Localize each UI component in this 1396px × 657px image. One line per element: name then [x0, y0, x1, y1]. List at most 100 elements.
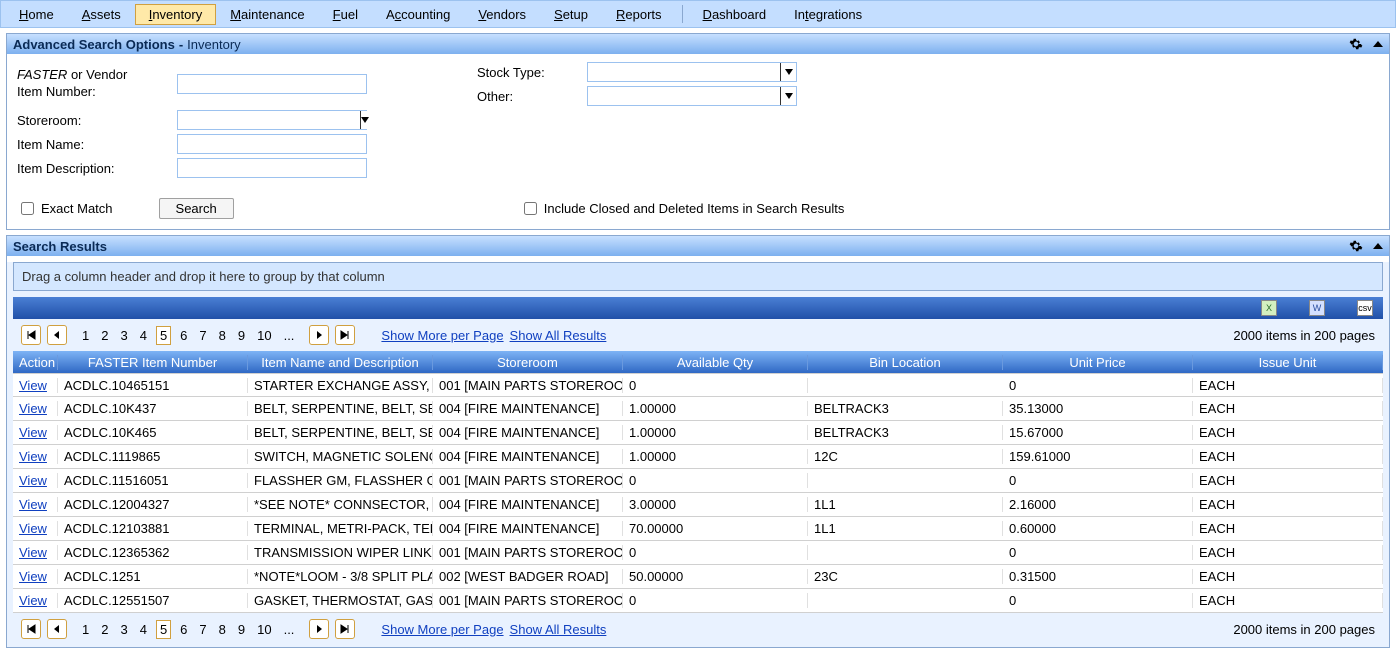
view-link[interactable]: View	[19, 593, 47, 608]
exact-match-input[interactable]	[21, 202, 34, 215]
col-header-6[interactable]: Unit Price	[1003, 355, 1193, 370]
gear-icon[interactable]	[1349, 37, 1363, 51]
page-2[interactable]: 2	[98, 621, 111, 638]
page-...[interactable]: ...	[281, 621, 298, 638]
cell-unit: EACH	[1193, 593, 1383, 608]
chevron-down-icon[interactable]	[780, 63, 796, 81]
other-dropdown[interactable]	[587, 86, 797, 106]
col-header-0[interactable]: Action	[13, 355, 58, 370]
cell-price: 0	[1003, 378, 1193, 393]
storeroom-input[interactable]	[178, 111, 360, 129]
last-page-button[interactable]	[335, 325, 355, 345]
page-3[interactable]: 3	[117, 327, 130, 344]
other-input[interactable]	[588, 87, 780, 105]
cell-price: 0.31500	[1003, 569, 1193, 584]
view-link[interactable]: View	[19, 401, 47, 416]
page-5[interactable]: 5	[156, 326, 171, 345]
col-header-3[interactable]: Storeroom	[433, 355, 623, 370]
view-link[interactable]: View	[19, 497, 47, 512]
view-link[interactable]: View	[19, 569, 47, 584]
next-page-button[interactable]	[309, 325, 329, 345]
page-2[interactable]: 2	[98, 327, 111, 344]
page-3[interactable]: 3	[117, 621, 130, 638]
cell-item: ACDLC.11516051	[58, 473, 248, 488]
page-9[interactable]: 9	[235, 621, 248, 638]
col-header-2[interactable]: Item Name and Description	[248, 355, 433, 370]
menu-integrations[interactable]: Integrations	[780, 4, 876, 25]
show-more-link[interactable]: Show More per Page	[381, 622, 503, 637]
page-4[interactable]: 4	[137, 621, 150, 638]
menu-home[interactable]: Home	[5, 4, 68, 25]
search-button[interactable]: Search	[159, 198, 234, 219]
chevron-down-icon[interactable]	[360, 111, 369, 129]
col-header-4[interactable]: Available Qty	[623, 355, 808, 370]
first-page-button[interactable]	[21, 619, 41, 639]
page-8[interactable]: 8	[216, 621, 229, 638]
page-9[interactable]: 9	[235, 327, 248, 344]
cell-price: 35.13000	[1003, 401, 1193, 416]
collapse-icon[interactable]	[1373, 39, 1383, 49]
include-closed-input[interactable]	[524, 202, 537, 215]
exact-match-checkbox[interactable]: Exact Match	[17, 199, 113, 218]
menu-fuel[interactable]: Fuel	[319, 4, 372, 25]
page-4[interactable]: 4	[137, 327, 150, 344]
stock-type-input[interactable]	[588, 63, 780, 81]
item-desc-input[interactable]	[177, 158, 367, 178]
first-page-button[interactable]	[21, 325, 41, 345]
view-link[interactable]: View	[19, 545, 47, 560]
page-10[interactable]: 10	[254, 621, 274, 638]
menu-vendors[interactable]: Vendors	[464, 4, 540, 25]
show-all-link[interactable]: Show All Results	[510, 328, 607, 343]
chevron-down-icon[interactable]	[780, 87, 796, 105]
cell-qty: 50.00000	[623, 569, 808, 584]
view-link[interactable]: View	[19, 473, 47, 488]
view-link[interactable]: View	[19, 378, 47, 393]
menu-assets[interactable]: Assets	[68, 4, 135, 25]
page-1[interactable]: 1	[79, 621, 92, 638]
group-by-bar[interactable]: Drag a column header and drop it here to…	[13, 262, 1383, 291]
menu-setup[interactable]: Setup	[540, 4, 602, 25]
gear-icon[interactable]	[1349, 239, 1363, 253]
menu-reports[interactable]: Reports	[602, 4, 676, 25]
show-more-link[interactable]: Show More per Page	[381, 328, 503, 343]
page-6[interactable]: 6	[177, 621, 190, 638]
page-8[interactable]: 8	[216, 327, 229, 344]
menu-maintenance[interactable]: Maintenance	[216, 4, 318, 25]
item-name-input[interactable]	[177, 134, 367, 154]
cell-bin: 23C	[808, 569, 1003, 584]
page-10[interactable]: 10	[254, 327, 274, 344]
prev-page-button[interactable]	[47, 325, 67, 345]
stock-type-dropdown[interactable]	[587, 62, 797, 82]
view-link[interactable]: View	[19, 449, 47, 464]
page-1[interactable]: 1	[79, 327, 92, 344]
page-...[interactable]: ...	[281, 327, 298, 344]
menu-dashboard[interactable]: Dashboard	[689, 4, 781, 25]
last-page-button[interactable]	[335, 619, 355, 639]
cell-desc: FLASSHER GM, FLASSHER GM	[248, 473, 433, 488]
prev-page-button[interactable]	[47, 619, 67, 639]
export-word-icon[interactable]: W	[1309, 300, 1325, 316]
collapse-icon[interactable]	[1373, 241, 1383, 251]
menu-accounting[interactable]: Accounting	[372, 4, 464, 25]
export-excel-icon[interactable]: X	[1261, 300, 1277, 316]
storeroom-dropdown[interactable]	[177, 110, 367, 130]
col-header-7[interactable]: Issue Unit	[1193, 355, 1383, 370]
include-closed-checkbox[interactable]: Include Closed and Deleted Items in Sear…	[520, 199, 845, 218]
export-csv-icon[interactable]: csv	[1357, 300, 1373, 316]
view-link[interactable]: View	[19, 425, 47, 440]
view-link[interactable]: View	[19, 521, 47, 536]
page-5[interactable]: 5	[156, 620, 171, 639]
item-number-input[interactable]	[177, 74, 367, 94]
cell-item: ACDLC.1119865	[58, 449, 248, 464]
col-header-1[interactable]: FASTER Item Number	[58, 355, 248, 370]
col-header-5[interactable]: Bin Location	[808, 355, 1003, 370]
page-6[interactable]: 6	[177, 327, 190, 344]
results-title: Search Results	[13, 239, 107, 254]
cell-store: 004 [FIRE MAINTENANCE]	[433, 401, 623, 416]
next-page-button[interactable]	[309, 619, 329, 639]
cell-qty: 0	[623, 545, 808, 560]
menu-inventory[interactable]: Inventory	[135, 4, 217, 25]
page-7[interactable]: 7	[196, 327, 209, 344]
show-all-link[interactable]: Show All Results	[510, 622, 607, 637]
page-7[interactable]: 7	[196, 621, 209, 638]
